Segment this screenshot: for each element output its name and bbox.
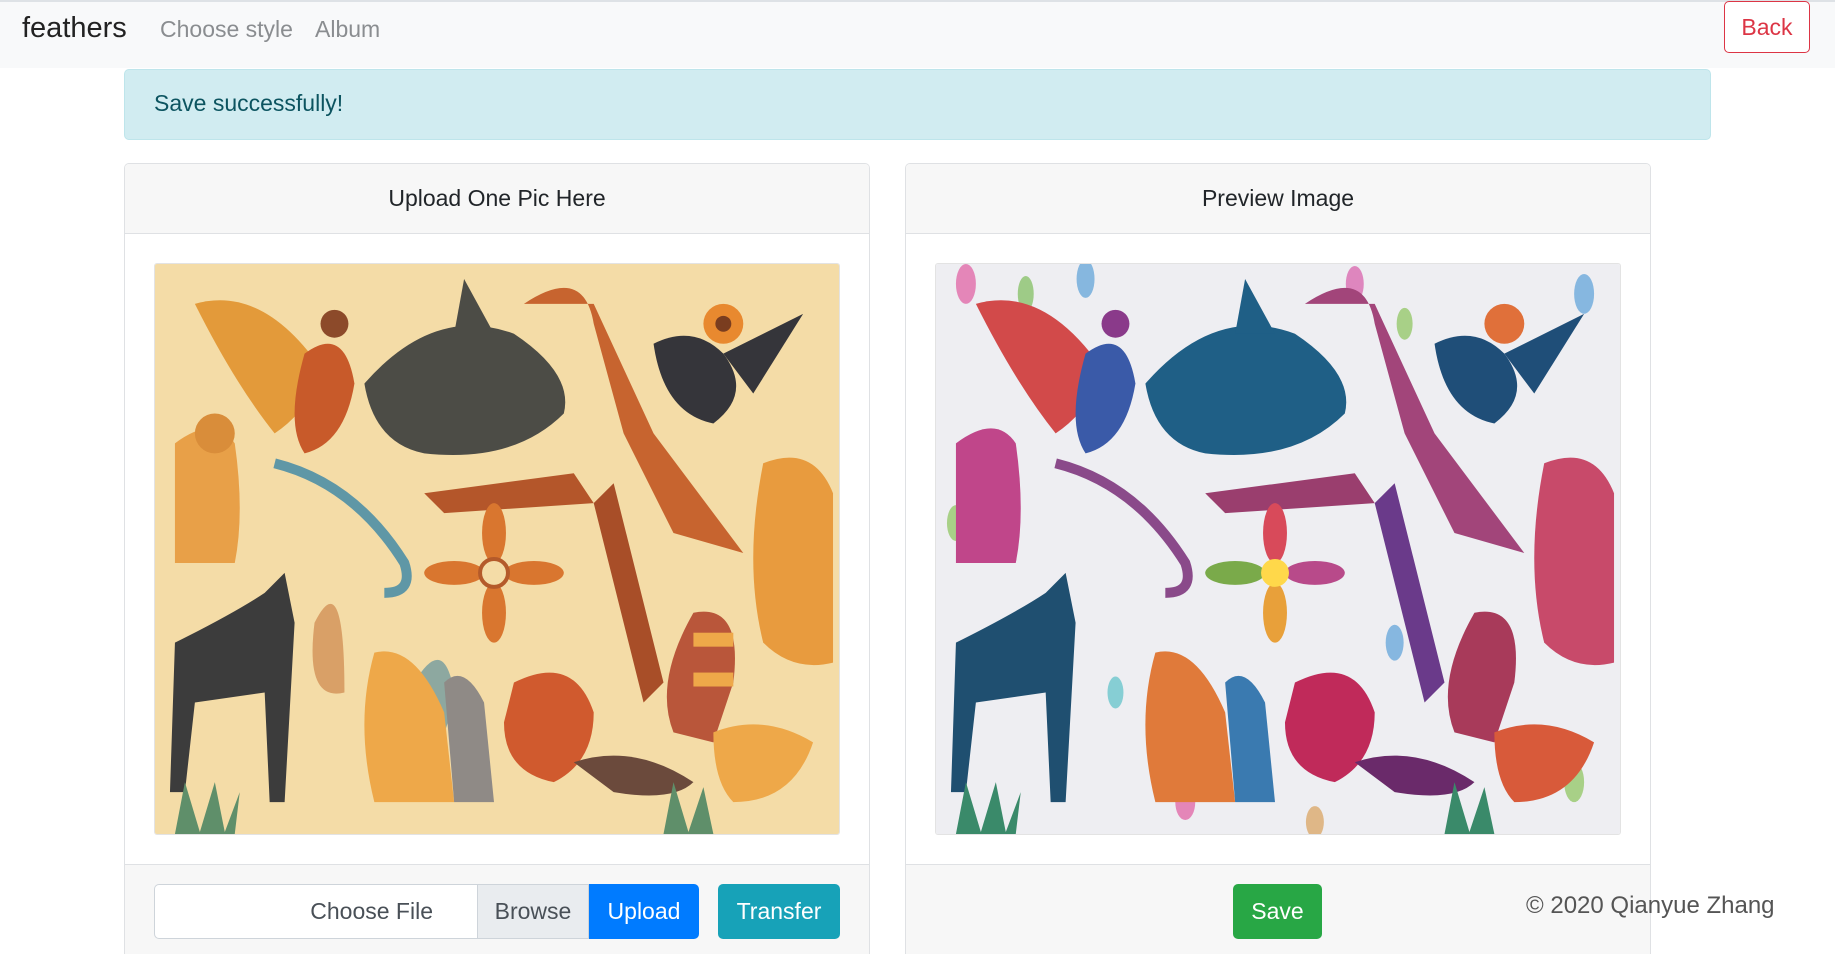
save-button[interactable]: Save bbox=[1233, 884, 1322, 939]
preview-image-artwork bbox=[936, 264, 1620, 834]
preview-image bbox=[935, 263, 1621, 835]
upload-button[interactable]: Upload bbox=[589, 884, 699, 939]
file-input[interactable]: Choose File bbox=[154, 884, 477, 939]
original-image-artwork bbox=[155, 264, 839, 834]
browse-button[interactable]: Browse bbox=[477, 884, 589, 939]
navbar-brand[interactable]: feathers bbox=[22, 12, 127, 45]
copyright-text: © 2020 Qianyue Zhang bbox=[1526, 892, 1775, 919]
preview-card: Preview Image Save bbox=[905, 163, 1651, 954]
upload-card-footer: Choose File Browse Upload Transfer bbox=[125, 864, 869, 954]
navbar: feathers Choose style Album bbox=[0, 0, 1835, 68]
nav-link-album[interactable]: Album bbox=[315, 16, 380, 43]
back-button[interactable]: Back bbox=[1724, 1, 1810, 53]
upload-card: Upload One Pic Here Choose File Browse U… bbox=[124, 163, 870, 954]
success-alert: Save successfully! bbox=[124, 69, 1711, 140]
transfer-button[interactable]: Transfer bbox=[718, 884, 840, 939]
preview-card-header: Preview Image bbox=[906, 164, 1650, 234]
upload-card-header: Upload One Pic Here bbox=[125, 164, 869, 234]
original-image bbox=[154, 263, 840, 835]
nav-link-choose-style[interactable]: Choose style bbox=[160, 16, 293, 43]
